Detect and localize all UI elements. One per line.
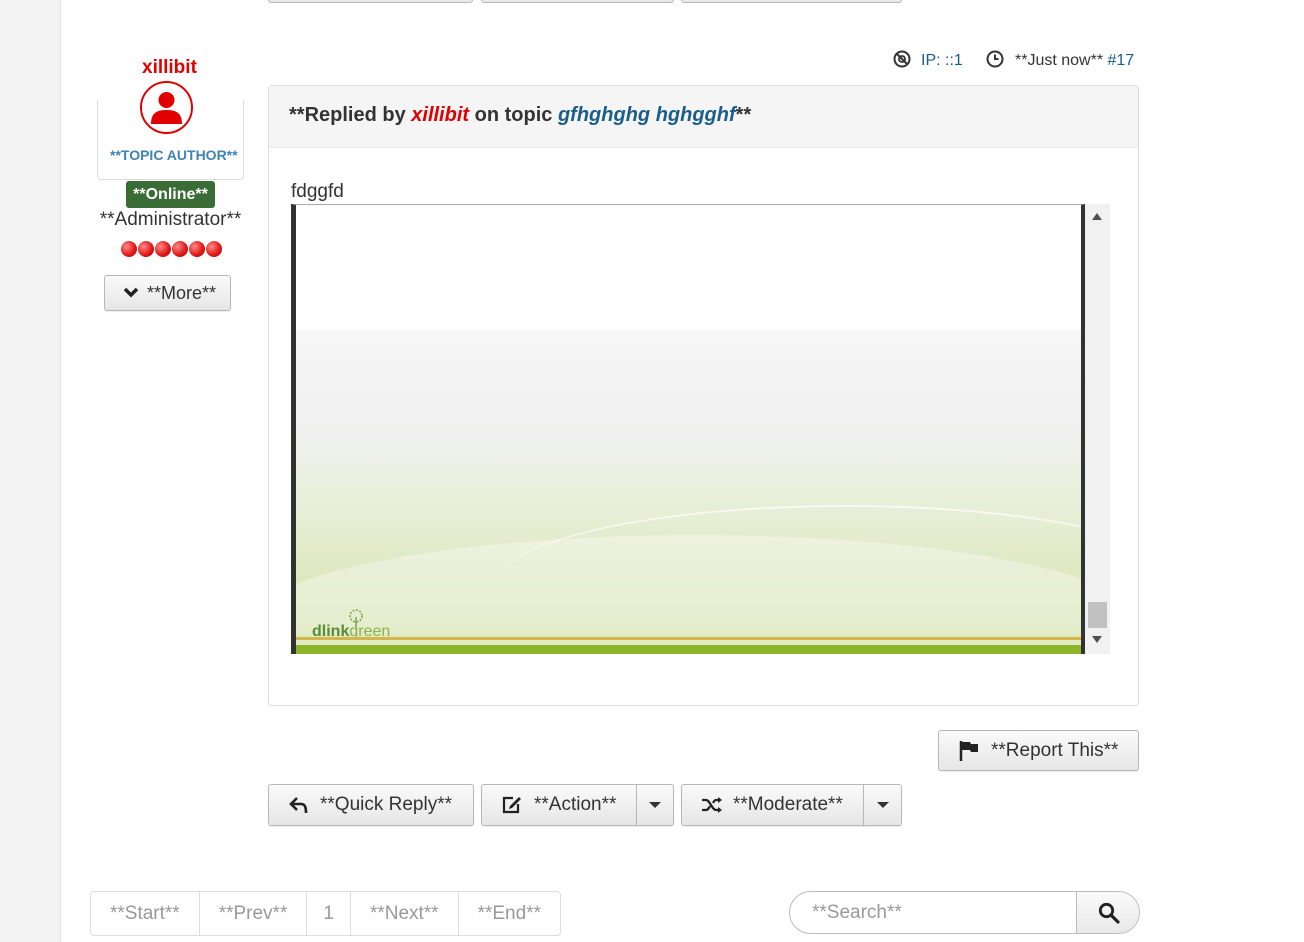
ip-meta: IP: ::1 [893, 50, 963, 70]
rank-star-icon [155, 241, 171, 257]
search-icon [1098, 902, 1120, 924]
flag-icon [959, 740, 978, 761]
shuffle-icon [702, 797, 722, 813]
online-status-badge: **Online** [126, 181, 215, 208]
chevron-down-icon [123, 287, 139, 298]
gold-stripe [296, 637, 1081, 640]
rank-star-icon [189, 241, 205, 257]
green-stripe [296, 645, 1081, 654]
report-button-label: **Report This** [991, 739, 1119, 761]
edit-icon [502, 796, 521, 814]
moderate-label: **Moderate** [733, 794, 843, 815]
title-mid: on topic [469, 104, 558, 126]
quick-reply-button[interactable]: **Quick Reply** [268, 784, 474, 826]
moderate-button[interactable]: **Moderate** [681, 784, 865, 826]
ip-address: IP: ::1 [921, 52, 963, 69]
scroll-up-arrow-icon[interactable] [1092, 213, 1102, 220]
message-title: **Replied by xillibit on topic gfhghghg … [289, 104, 751, 127]
pagination: **Start** **Prev** 1 **Next** **End** [90, 891, 561, 936]
more-button-label: **More** [147, 282, 217, 303]
caret-down-icon [876, 802, 889, 808]
title-suffix: ** [735, 104, 752, 126]
pagination-next[interactable]: **Next** [351, 892, 459, 935]
prev-quick-reply-button[interactable] [268, 0, 473, 3]
pagination-end[interactable]: **End** [459, 892, 560, 935]
ip-icon [893, 50, 911, 68]
action-label: **Action** [534, 794, 617, 815]
user-silhouette-icon [151, 92, 182, 124]
rank-star-icon [138, 241, 154, 257]
avatar[interactable] [140, 81, 193, 134]
message-body: fdggfd [291, 181, 344, 202]
prev-moderate-button[interactable] [681, 0, 902, 3]
search-input[interactable] [790, 892, 1076, 933]
pagination-prev[interactable]: **Prev** [200, 892, 308, 935]
rank-stars [121, 241, 222, 257]
topic-author-badge: **TOPIC AUTHOR** [110, 147, 238, 163]
action-dropdown-button[interactable] [636, 784, 674, 826]
user-role: **Administrator** [99, 209, 242, 230]
embedded-frame[interactable]: dlinkgreen [291, 204, 1085, 654]
scrollbar-thumb[interactable] [1088, 602, 1107, 628]
title-prefix: **Replied by [289, 104, 412, 126]
clock-icon [986, 50, 1004, 68]
rank-star-icon [121, 241, 137, 257]
background-swoosh [496, 505, 1081, 654]
search-button[interactable] [1076, 892, 1139, 933]
pagination-start[interactable]: **Start** [91, 892, 200, 935]
prev-action-button[interactable] [481, 0, 674, 3]
title-user-link[interactable]: xillibit [411, 104, 469, 126]
post-time: **Just now** [1015, 52, 1104, 69]
search-box [789, 891, 1140, 934]
rank-star-icon [206, 241, 222, 257]
rank-star-icon [172, 241, 188, 257]
time-meta: **Just now** #17 [986, 50, 1134, 70]
report-button[interactable]: **Report This** [938, 730, 1139, 771]
title-topic-link[interactable]: gfhghghg hghgghf [558, 104, 736, 126]
reply-arrow-icon [289, 797, 308, 814]
pagination-page-1[interactable]: 1 [307, 892, 351, 935]
moderate-dropdown-button[interactable] [863, 784, 902, 826]
caret-down-icon [649, 802, 661, 808]
action-button[interactable]: **Action** [481, 784, 637, 826]
more-button[interactable]: **More** [104, 275, 231, 311]
post-number-link[interactable]: #17 [1108, 52, 1135, 69]
message-header: **Replied by xillibit on topic gfhghghg … [269, 86, 1138, 148]
scroll-down-arrow-icon[interactable] [1092, 636, 1102, 643]
frame-scrollbar[interactable] [1085, 204, 1110, 654]
author-username[interactable]: xillibit [142, 57, 197, 79]
quick-reply-label: **Quick Reply** [320, 794, 452, 815]
